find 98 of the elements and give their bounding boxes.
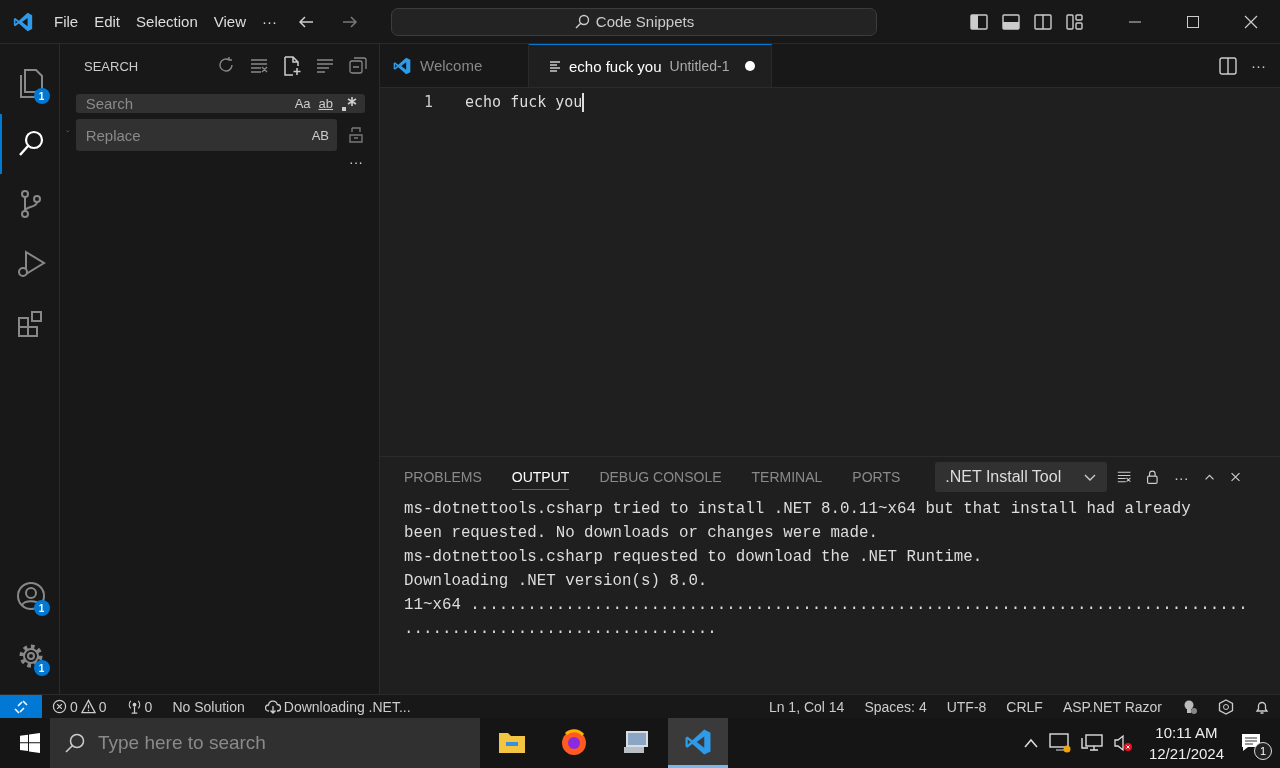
- account-icon: [15, 580, 46, 612]
- editor-tab[interactable]: echo fuck you Untitled-1: [529, 44, 773, 87]
- menu-item[interactable]: Selection: [128, 9, 206, 34]
- monitor-alert-icon[interactable]: [1048, 733, 1071, 753]
- notification-center-button[interactable]: 1: [1240, 728, 1270, 758]
- more-menu[interactable]: ···: [254, 9, 285, 34]
- close-icon[interactable]: [1244, 14, 1258, 29]
- activity-bar-item[interactable]: 1: [0, 566, 60, 626]
- panel-tab[interactable]: TERMINAL: [751, 464, 823, 490]
- windows-start-icon[interactable]: [20, 733, 40, 753]
- clock-date: 12/21/2024: [1148, 744, 1224, 764]
- output-channel-dropdown[interactable]: .NET Install Tool: [935, 462, 1107, 492]
- status-item[interactable]: UTF-8: [936, 698, 997, 715]
- tab-label: echo fuck you: [569, 57, 662, 75]
- customize-layout-icon[interactable]: [1066, 13, 1084, 30]
- panel-tab[interactable]: DEBUG CONSOLE: [599, 464, 722, 490]
- cloud-download-icon: [264, 699, 281, 714]
- activity-bar-item[interactable]: 1: [0, 626, 60, 686]
- problems-status[interactable]: 0 0: [42, 698, 117, 715]
- remote-button[interactable]: [0, 695, 42, 718]
- tab-label: Welcome: [420, 57, 483, 74]
- activity-bar-item[interactable]: 1: [0, 54, 60, 114]
- dropdown-value: .NET Install Tool: [945, 468, 1062, 486]
- panel-tab[interactable]: PORTS: [852, 464, 901, 490]
- warning-count: 0: [98, 698, 107, 715]
- solution-status[interactable]: No Solution: [162, 698, 255, 715]
- output-line: 11~x64 ..................................................................................: [404, 595, 1249, 616]
- notification-badge: 1: [33, 88, 50, 104]
- error-count: 0: [70, 698, 78, 715]
- notification-count: 1: [1254, 742, 1272, 760]
- split-layout-icon[interactable]: [1034, 13, 1052, 30]
- menu-item[interactable]: Edit: [86, 9, 129, 34]
- search-field[interactable]: Search Aa ab: [75, 94, 365, 113]
- status-item[interactable]: ASP.NET Razor: [1052, 698, 1172, 715]
- replace-field[interactable]: Replace AB: [75, 119, 337, 151]
- status-item[interactable]: CRLF: [996, 698, 1053, 715]
- more-actions[interactable]: ···: [1173, 468, 1189, 486]
- code-line: echo fuck you: [465, 93, 583, 111]
- run-debug-icon: [15, 248, 46, 280]
- notification-badge: 1: [33, 660, 50, 676]
- browser-icon: [560, 727, 588, 756]
- output-line: ms-dotnettools.csharp requested to download the .NET Runtime.: [404, 547, 984, 568]
- speaker-muted-icon[interactable]: [1112, 733, 1133, 753]
- lock-icon[interactable]: [1146, 468, 1159, 486]
- code-editor-logo-icon: [392, 55, 412, 76]
- more-options[interactable]: ···: [349, 157, 363, 167]
- split-editor-icon[interactable]: [1219, 56, 1237, 75]
- whole-word-toggle[interactable]: ab: [318, 96, 333, 111]
- notification-badge: 1: [33, 600, 50, 616]
- sidebar-toggle-icon[interactable]: [970, 13, 988, 30]
- output-line: Downloading .NET version(s) 8.0.: [404, 571, 709, 592]
- maximize-icon[interactable]: [1186, 14, 1200, 29]
- ports-count: 0: [144, 698, 153, 715]
- menu-item[interactable]: File: [46, 9, 87, 34]
- antenna-icon: [126, 699, 142, 714]
- download-status[interactable]: Downloading .NET...: [254, 698, 421, 715]
- chevron-up-icon[interactable]: [1022, 737, 1039, 749]
- search-icon: [64, 732, 86, 754]
- unsaved-dot-icon: [745, 61, 756, 71]
- match-case-toggle[interactable]: Aa: [294, 96, 311, 111]
- output-line: ms-dotnettools.csharp tried to install .NET 8.0.11~x64 but that install had already: [404, 499, 1192, 520]
- panel-toggle-icon[interactable]: [1002, 13, 1020, 30]
- system-clock[interactable]: 10:11 AM 12/21/2024: [1148, 722, 1224, 764]
- more-actions[interactable]: ···: [1251, 57, 1266, 74]
- code-editor-logo-icon: [12, 10, 34, 33]
- close-icon[interactable]: [1229, 470, 1241, 484]
- ports-status[interactable]: 0: [116, 698, 163, 715]
- sidebar-title: SEARCH: [84, 58, 140, 74]
- taskbar-search-field[interactable]: Type here to search: [50, 718, 480, 768]
- warning-icon: [80, 699, 96, 714]
- panel-tab[interactable]: PROBLEMS: [404, 464, 482, 490]
- collapse-all-icon[interactable]: [349, 56, 367, 74]
- network-icon[interactable]: [1080, 733, 1103, 753]
- download-status-label: Downloading .NET...: [283, 698, 411, 715]
- line-number: 1: [422, 93, 433, 111]
- search-icon: [573, 13, 590, 30]
- regex-icon[interactable]: [341, 95, 357, 112]
- clear-results-icon[interactable]: [250, 56, 268, 74]
- lines-icon[interactable]: [316, 56, 334, 74]
- tab-description: Untitled-1: [669, 58, 730, 74]
- clock-time: 10:11 AM: [1155, 723, 1218, 743]
- remote-icon: [13, 698, 29, 715]
- csharp-icon[interactable]: [1218, 698, 1234, 715]
- lightbulb-icon[interactable]: [1182, 698, 1198, 715]
- output-line: been requested. No downloads or changes were made.: [404, 523, 879, 544]
- command-center[interactable]: Code Snippets: [391, 7, 877, 36]
- refresh-icon[interactable]: [217, 56, 235, 74]
- command-center-label: Code Snippets: [595, 13, 695, 30]
- computer-icon: [622, 728, 650, 755]
- status-item[interactable]: Ln 1, Col 14: [758, 698, 855, 715]
- text-file-icon: [549, 60, 561, 72]
- preserve-case-toggle[interactable]: AB: [311, 127, 329, 143]
- error-icon: [52, 699, 67, 714]
- panel-tab[interactable]: OUTPUT: [511, 464, 570, 490]
- status-item[interactable]: Spaces: 4: [854, 698, 937, 715]
- output-line: .................................: [404, 619, 718, 640]
- menu-item[interactable]: View: [205, 9, 254, 34]
- new-file-icon[interactable]: [283, 56, 301, 76]
